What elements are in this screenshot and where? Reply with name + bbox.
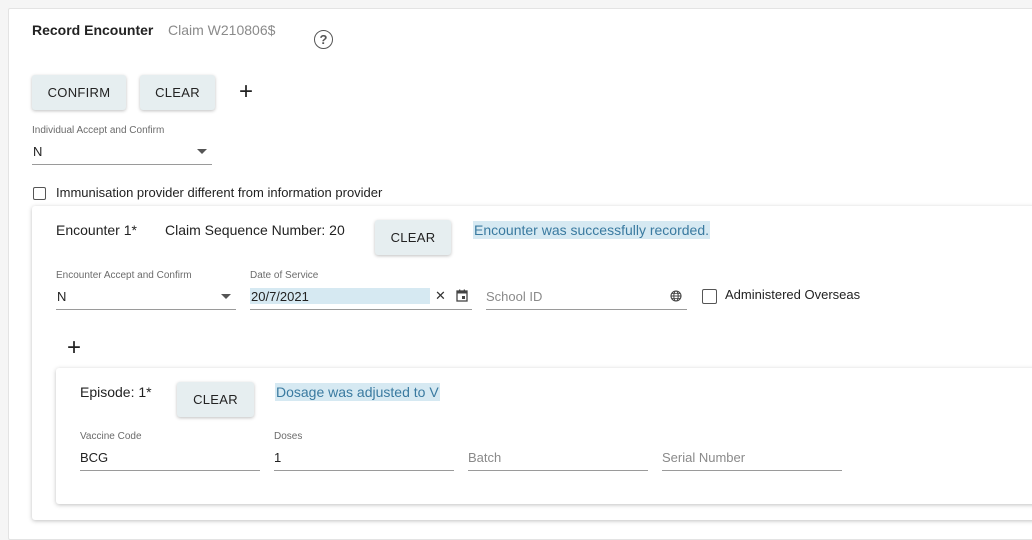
- field-underline: [486, 309, 687, 310]
- claim-sequence-number: Claim Sequence Number: 20: [165, 222, 345, 238]
- episode-clear-button[interactable]: CLEAR: [177, 382, 254, 417]
- individual-accept-label: Individual Accept and Confirm: [32, 125, 165, 136]
- encounter-accept-label: Encounter Accept and Confirm: [56, 270, 192, 281]
- serial-number-input[interactable]: Serial Number: [662, 447, 842, 471]
- encounter-title: Encounter 1*: [56, 222, 137, 238]
- serial-number-placeholder: Serial Number: [662, 450, 746, 465]
- add-episode-icon[interactable]: +: [67, 336, 81, 360]
- field-underline: [662, 470, 842, 471]
- field-underline: [32, 164, 212, 165]
- calendar-icon[interactable]: [456, 289, 468, 302]
- batch-input[interactable]: Batch: [468, 447, 648, 471]
- batch-placeholder: Batch: [468, 450, 502, 465]
- individual-accept-value: N: [33, 144, 43, 159]
- encounter-accept-value: N: [57, 289, 67, 304]
- clear-button[interactable]: CLEAR: [140, 75, 215, 110]
- field-underline: [274, 470, 454, 471]
- immunisation-provider-label: Immunisation provider different from inf…: [56, 185, 383, 200]
- encounter-status-message: Encounter was successfully recorded.: [473, 221, 710, 239]
- administered-overseas-label: Administered Overseas: [725, 287, 861, 302]
- individual-accept-select[interactable]: N: [32, 141, 212, 165]
- field-underline: [56, 309, 236, 310]
- vaccine-code-label: Vaccine Code: [80, 431, 142, 442]
- school-id-placeholder: School ID: [486, 289, 543, 304]
- episode-title: Episode: 1*: [80, 384, 152, 400]
- add-encounter-icon[interactable]: +: [239, 80, 253, 104]
- field-underline: [250, 309, 472, 310]
- doses-value: 1: [274, 450, 282, 465]
- confirm-button[interactable]: CONFIRM: [32, 75, 126, 110]
- date-of-service-input[interactable]: 20/7/2021 ✕: [250, 286, 472, 310]
- vaccine-code-value: BCG: [80, 450, 109, 465]
- field-underline: [80, 470, 260, 471]
- clear-date-icon[interactable]: ✕: [435, 288, 446, 304]
- encounter-clear-button[interactable]: CLEAR: [375, 220, 451, 255]
- school-id-input[interactable]: School ID: [486, 286, 687, 310]
- globe-icon[interactable]: [670, 290, 682, 302]
- claim-number: Claim W210806$: [168, 22, 276, 38]
- vaccine-code-input[interactable]: BCG: [80, 447, 260, 471]
- immunisation-provider-checkbox[interactable]: [33, 187, 46, 200]
- doses-label: Doses: [274, 431, 303, 442]
- chevron-down-icon: [221, 294, 231, 299]
- episode-status-message: Dosage was adjusted to V: [275, 383, 440, 401]
- encounter-accept-select[interactable]: N: [56, 286, 236, 310]
- field-underline: [468, 470, 648, 471]
- page-title: Record Encounter: [32, 22, 154, 38]
- date-of-service-label: Date of Service: [250, 270, 319, 281]
- doses-input[interactable]: 1: [274, 447, 454, 471]
- administered-overseas-checkbox[interactable]: [702, 289, 717, 304]
- chevron-down-icon: [197, 149, 207, 154]
- help-icon[interactable]: ?: [314, 30, 333, 49]
- date-of-service-value: 20/7/2021: [251, 289, 309, 304]
